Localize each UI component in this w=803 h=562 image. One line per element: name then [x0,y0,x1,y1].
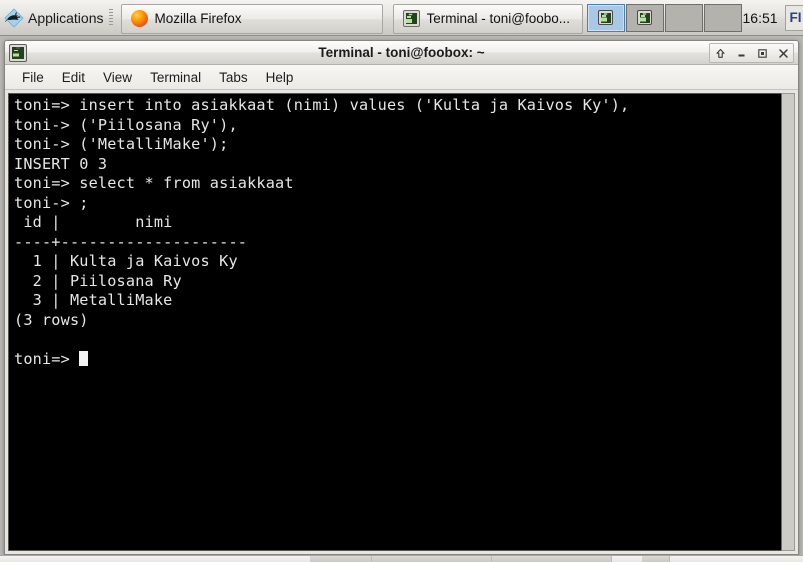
workspace-button-3[interactable] [664,3,703,32]
dock-spacer [612,556,642,562]
terminal-icon [637,10,652,25]
menu-view[interactable]: View [94,67,141,88]
terminal-line: toni-> ('MetalliMake'); [14,135,229,153]
terminal-icon [598,10,613,25]
taskbar-item-label: Terminal - toni@foobo... [426,11,571,26]
workspace-button-2[interactable] [625,3,664,32]
dock-window-button[interactable] [310,556,372,562]
applications-menu-label: Applications [28,9,104,26]
terminal-line: 3 | MetalliMake [14,291,173,309]
terminal-icon [402,10,420,27]
window-title: Terminal - toni@foobox: ~ [318,45,485,60]
terminal-prompt-line: toni=> [14,350,781,370]
menu-terminal[interactable]: Terminal [141,67,210,88]
bottom-taskbar [0,555,803,562]
shade-button[interactable] [710,44,730,62]
terminal-body: toni=> insert into asiakkaat (nimi) valu… [5,90,798,554]
taskbar-item-terminal[interactable]: Terminal - toni@foobo... [392,3,583,34]
window-titlebar[interactable]: Terminal - toni@foobox: ~ [5,41,798,65]
terminal-line: (3 rows) [14,310,89,329]
system-tray: 16:51 FI toni [743,0,803,35]
firefox-icon [130,10,148,27]
dock-spacer [0,556,310,562]
top-panel: Applications Mozilla Firefox Terminal - … [0,0,803,36]
applications-menu-button[interactable]: Applications [0,0,117,35]
menu-bar: File Edit View Terminal Tabs Help [5,65,798,90]
dock-window-button[interactable] [492,556,612,562]
terminal-line: toni=> insert into asiakkaat (nimi) valu… [14,96,630,114]
menu-edit[interactable]: Edit [53,67,94,88]
terminal-line: toni=> select * from asiakkaat [14,174,294,192]
menu-file[interactable]: File [13,67,53,88]
rodent-icon [3,7,25,29]
dock-window-button[interactable] [372,556,492,562]
terminal-cursor [79,351,89,366]
terminal-line: INSERT 0 3 [14,154,108,173]
maximize-button[interactable] [752,44,772,62]
terminal-line: 1 | Kulta ja Kaivos Ky [14,252,238,270]
terminal-line: ----+-------------------- [14,232,248,251]
terminal-line: id | nimi [14,213,173,231]
keyboard-layout-switcher[interactable]: FI [784,4,803,31]
taskbar-item-label: Mozilla Firefox [154,11,242,26]
terminal-scrollbar[interactable] [781,93,795,551]
workspace-button-1[interactable] [586,3,625,32]
terminal-line: toni-> ('Piilosana Ry'), [14,115,238,134]
terminal-prompt: toni=> [14,349,80,368]
dock-window-button[interactable] [642,556,670,562]
keyboard-layout-label: FI [789,10,802,25]
menu-tabs[interactable]: Tabs [210,67,257,88]
terminal-window: Terminal - toni@foobox: ~ File Edit View… [4,40,799,555]
panel-grip-handle[interactable] [108,8,113,27]
close-button[interactable] [773,44,793,62]
menu-help[interactable]: Help [257,67,303,88]
terminal-line: 2 | Piilosana Ry [14,271,182,290]
workspace-button-4[interactable] [703,3,742,32]
minimize-button[interactable] [731,44,751,62]
desktop: Applications Mozilla Firefox Terminal - … [0,0,803,562]
dock-spacer [670,556,803,562]
terminal-screen[interactable]: toni=> insert into asiakkaat (nimi) valu… [8,93,781,551]
workspace-switcher [586,0,743,35]
clock[interactable]: 16:51 [743,10,778,26]
window-controls [709,43,794,63]
terminal-icon [9,43,27,62]
terminal-line: toni-> ; [14,193,89,212]
taskbar-item-firefox[interactable]: Mozilla Firefox [120,3,383,34]
window-tasklist: Mozilla Firefox Terminal - toni@foobo... [117,0,583,35]
